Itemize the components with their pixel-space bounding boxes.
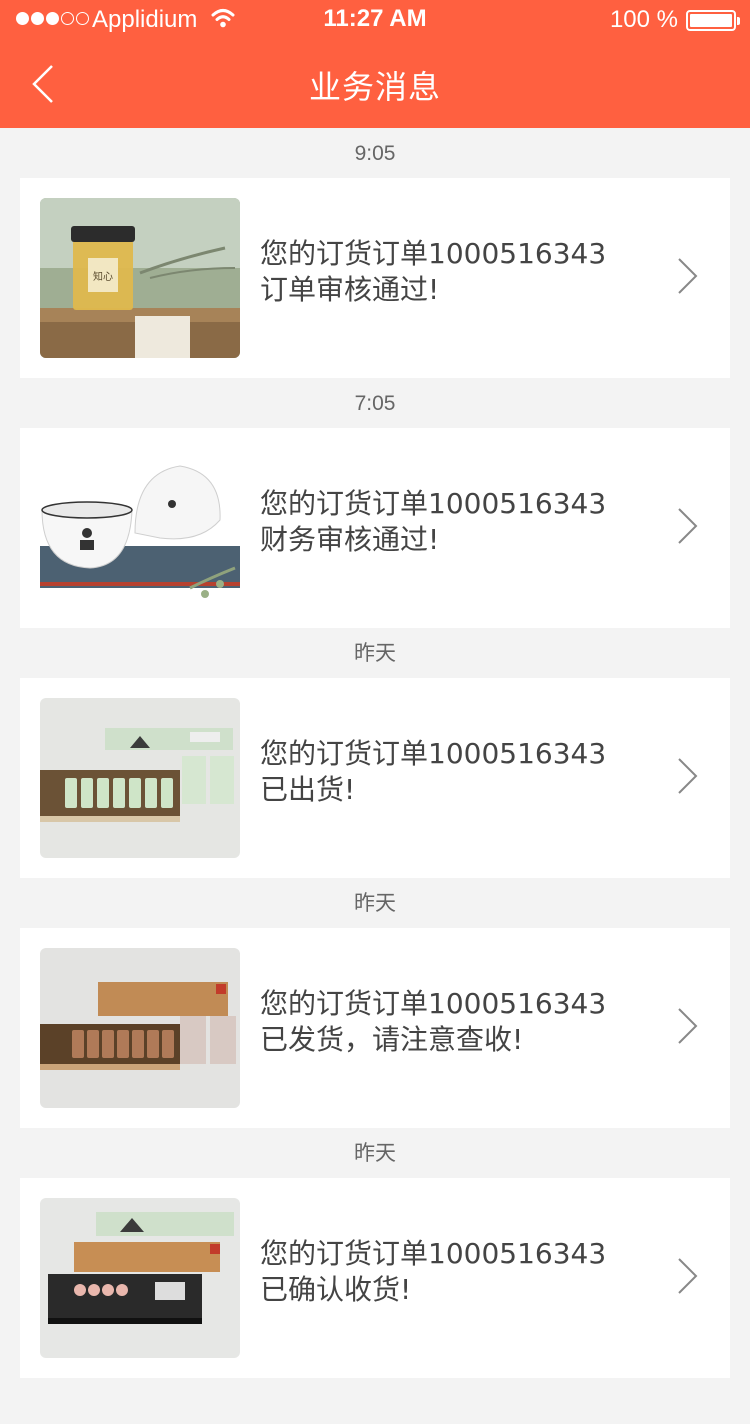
message-text: 您的订货订单1000516343 财务审核通过! xyxy=(260,486,606,558)
message-line-2: 已确认收货! xyxy=(260,1273,412,1306)
message-line-2: 已出货! xyxy=(260,773,356,806)
message-text: 您的订货订单1000516343 已出货! xyxy=(260,736,606,808)
message-line-2: 已发货，请注意查收! xyxy=(260,1023,524,1056)
battery-percent: 100 % xyxy=(609,6,678,33)
message-card[interactable]: 您的订货订单1000516343 已发货，请注意查收! xyxy=(20,928,730,1128)
message-card[interactable]: 您的订货订单1000516343 已确认收货! xyxy=(20,1178,730,1378)
message-line-2: 订单审核通过! xyxy=(260,273,440,306)
message-card[interactable]: 您的订货订单1000516343 已出货! xyxy=(20,678,730,878)
message-time: 7:05 xyxy=(354,392,396,415)
message-card[interactable]: 知心 您的订货订单1000516343 订单审核通过! xyxy=(20,178,730,378)
message-text: 您的订货订单1000516343 订单审核通过! xyxy=(260,236,606,308)
status-bar: Applidium 11:27 AM 100 % xyxy=(0,0,750,40)
tea-gift-boxes-thumbnail xyxy=(40,1198,240,1358)
page-title: 业务消息 xyxy=(308,68,441,106)
message-list: 9:05 知心 您的订货订单1000516343 订单审核通过! 7:05 您的… xyxy=(0,128,750,1378)
brown-tea-box-thumbnail xyxy=(40,948,240,1108)
message-line-1: 您的订货订单1000516343 xyxy=(260,987,607,1020)
message-line-1: 您的订货订单1000516343 xyxy=(260,487,607,520)
message-time: 昨天 xyxy=(354,892,396,915)
chevron-right-icon xyxy=(678,1008,698,1044)
battery-icon xyxy=(686,10,740,31)
message-card[interactable]: 您的订货订单1000516343 财务审核通过! xyxy=(20,428,730,628)
message-line-1: 您的订货订单1000516343 xyxy=(260,237,607,270)
tea-cups-thumbnail xyxy=(40,448,240,608)
honey-jar-thumbnail: 知心 xyxy=(40,198,240,358)
message-text: 您的订货订单1000516343 已确认收货! xyxy=(260,1236,606,1308)
message-line-1: 您的订货订单1000516343 xyxy=(260,737,607,770)
chevron-right-icon xyxy=(678,1258,698,1294)
message-line-1: 您的订货订单1000516343 xyxy=(260,1237,607,1270)
message-line-2: 财务审核通过! xyxy=(260,523,440,556)
chevron-right-icon xyxy=(678,758,698,794)
chevron-right-icon xyxy=(678,258,698,294)
green-tea-box-thumbnail xyxy=(40,698,240,858)
message-time: 9:05 xyxy=(354,142,396,165)
svg-text:知心: 知心 xyxy=(93,270,113,283)
header: Applidium 11:27 AM 100 % 业务消息 xyxy=(0,0,750,128)
message-time: 昨天 xyxy=(354,1142,396,1165)
message-text: 您的订货订单1000516343 已发货，请注意查收! xyxy=(260,986,606,1058)
chevron-right-icon xyxy=(678,508,698,544)
message-time: 昨天 xyxy=(354,642,396,665)
